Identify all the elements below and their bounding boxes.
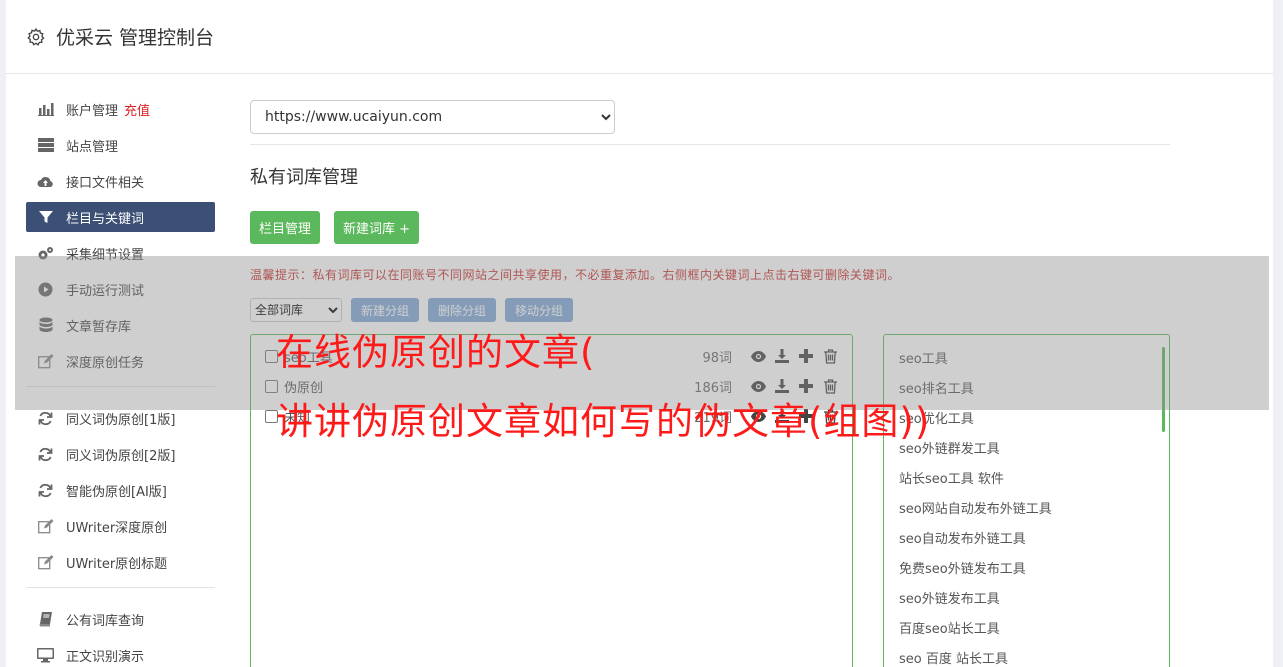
edit-icon: [37, 554, 54, 571]
sidebar-item-group1-0[interactable]: 账户管理 充值: [26, 94, 215, 124]
keyword-item[interactable]: seo自动发布外链工具: [899, 525, 1169, 555]
sidebar-item-label: 站点管理: [66, 139, 119, 155]
sidebar-item-label: UWriter原创标题: [66, 556, 168, 572]
recharge-link[interactable]: 充值: [124, 100, 150, 119]
page-title: 私有词库管理: [250, 167, 358, 188]
gear-icon: [27, 27, 45, 46]
keyword-item[interactable]: 百度seo站长工具: [899, 615, 1169, 645]
keyword-item[interactable]: seo外链发布工具: [899, 585, 1169, 615]
server-icon: [37, 137, 54, 154]
sidebar-item-group3-1[interactable]: 正文识别演示: [26, 640, 215, 667]
edit-icon: [37, 518, 54, 535]
sidebar-item-label: 接口文件相关: [66, 175, 145, 191]
site-select[interactable]: https://www.ucaiyun.com: [250, 100, 615, 134]
action-buttons: 栏目管理 新建词库 +: [250, 211, 1170, 244]
sidebar-item-group1-2[interactable]: 接口文件相关: [26, 166, 215, 196]
sidebar-item-label: 同义词伪原创[1版]: [66, 412, 176, 428]
refresh-icon: [37, 410, 54, 427]
sidebar-item-group2-4[interactable]: UWriter原创标题: [26, 547, 215, 577]
new-library-button[interactable]: 新建词库 +: [334, 211, 420, 244]
sidebar-item-group1-3[interactable]: 栏目与关键词: [26, 202, 215, 232]
sidebar-item-group2-1[interactable]: 同义词伪原创[2版]: [26, 439, 215, 469]
sidebar-item-group3-0[interactable]: 公有词库查询: [26, 604, 215, 634]
keyword-item[interactable]: seo外链群发工具: [899, 435, 1169, 465]
header: 优采云 管理控制台: [6, 0, 1273, 74]
sidebar-item-label: UWriter深度原创: [66, 520, 168, 536]
refresh-icon: [37, 446, 54, 463]
refresh-icon: [37, 482, 54, 499]
sidebar-item-label: 栏目与关键词: [66, 211, 145, 227]
keyword-item[interactable]: 免费seo外链发布工具: [899, 555, 1169, 585]
monitor-icon: [37, 647, 54, 664]
filter-icon: [37, 209, 54, 226]
sidebar-divider: [26, 587, 215, 588]
overlay-title: 在线伪原创的文章( 讲讲伪原创文章如何写的伪文章(组图)): [276, 332, 930, 443]
keyword-item[interactable]: seo网站自动发布外链工具: [899, 495, 1169, 525]
sidebar-item-label: 公有词库查询: [66, 613, 145, 629]
sidebar-item-label: 账户管理: [66, 103, 119, 119]
keyword-item[interactable]: seo 百度 站长工具: [899, 645, 1169, 667]
bar-chart-icon: [37, 101, 54, 118]
sidebar-item-group1-1[interactable]: 站点管理: [26, 130, 215, 160]
sidebar-item-label: 同义词伪原创[2版]: [66, 448, 176, 464]
book-icon: [37, 611, 54, 628]
keyword-item[interactable]: 站长seo工具 软件: [899, 465, 1169, 495]
overlay-title-line2: 讲讲伪原创文章如何写的伪文章(组图)): [276, 400, 931, 443]
sidebar-item-group2-3[interactable]: UWriter深度原创: [26, 511, 215, 541]
app-title: 优采云 管理控制台: [56, 27, 215, 49]
divider: [250, 144, 1170, 145]
column-manage-button[interactable]: 栏目管理: [250, 211, 321, 244]
cloud-upload-icon: [37, 173, 54, 190]
sidebar-item-label: 正文识别演示: [66, 649, 145, 665]
sidebar-item-group2-2[interactable]: 智能伪原创[AI版]: [26, 475, 215, 505]
sidebar-item-label: 智能伪原创[AI版]: [66, 484, 167, 500]
overlay-title-line1: 在线伪原创的文章(: [276, 331, 596, 374]
